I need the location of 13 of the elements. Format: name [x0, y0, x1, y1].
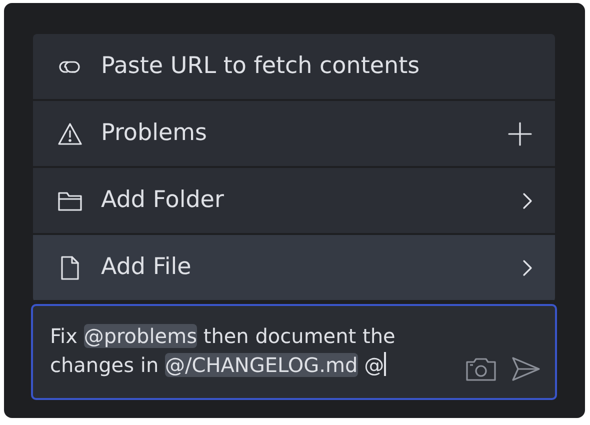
- folder-icon: [57, 190, 83, 212]
- warning-icon: [57, 122, 83, 146]
- camera-icon[interactable]: [465, 356, 497, 382]
- chevron-right-icon: [521, 190, 533, 210]
- menu-item[interactable]: Paste URL to fetch contents: [33, 34, 555, 101]
- chevron-right-icon: [521, 258, 533, 278]
- message-text: Fix @problems then document the changes in @/CHANGELOG.md @: [50, 323, 396, 379]
- send-icon[interactable]: [511, 356, 541, 382]
- message-input[interactable]: Fix @problems then document the changes in @/CHANGELOG.md @: [31, 304, 557, 400]
- menu-item[interactable]: Add File: [33, 235, 555, 302]
- menu-item[interactable]: Add Folder: [33, 168, 555, 235]
- plus-icon: [507, 120, 533, 146]
- menu-item[interactable]: Problems: [33, 101, 555, 168]
